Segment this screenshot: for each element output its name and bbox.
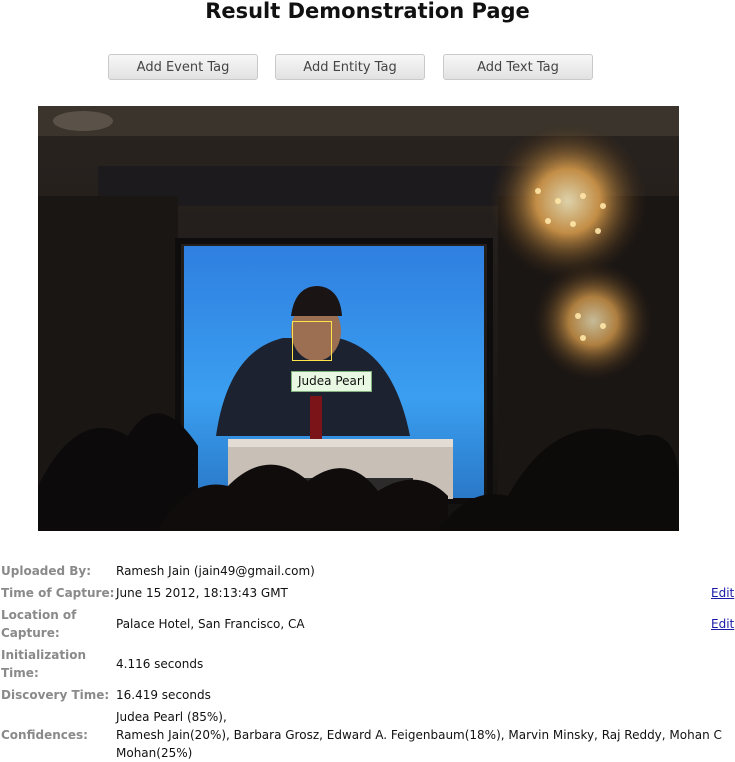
result-photo: Judea Pearl bbox=[38, 106, 679, 531]
location-label-line1: Location of bbox=[1, 608, 77, 622]
uploaded-by-label: Uploaded By: bbox=[1, 564, 92, 578]
add-text-tag-button[interactable]: Add Text Tag bbox=[443, 54, 593, 80]
initialization-label-line2: Time: bbox=[1, 666, 39, 680]
discovery-time-value: 16.419 seconds bbox=[116, 688, 211, 702]
face-tag-label[interactable]: Judea Pearl bbox=[291, 371, 373, 392]
location-label-line2: Capture: bbox=[1, 626, 60, 640]
time-of-capture-label: Time of Capture: bbox=[1, 586, 115, 600]
confidences-line1: Judea Pearl (85%), bbox=[116, 710, 227, 724]
location-value: Palace Hotel, San Francisco, CA bbox=[116, 617, 305, 631]
confidences-label: Confidences: bbox=[1, 728, 88, 742]
add-event-tag-button[interactable]: Add Event Tag bbox=[108, 54, 258, 80]
edit-location-link[interactable]: Edit bbox=[711, 615, 734, 633]
photo-scene bbox=[38, 106, 679, 531]
page-title: Result Demonstration Page bbox=[205, 0, 530, 23]
face-detection-box[interactable] bbox=[292, 321, 332, 361]
add-entity-tag-button[interactable]: Add Entity Tag bbox=[275, 54, 425, 80]
time-of-capture-value: June 15 2012, 18:13:43 GMT bbox=[116, 586, 288, 600]
initialization-label-line1: Initialization bbox=[1, 648, 87, 662]
uploaded-by-value: Ramesh Jain (jain49@gmail.com) bbox=[116, 564, 315, 578]
edit-time-link[interactable]: Edit bbox=[711, 584, 734, 602]
initialization-value: 4.116 seconds bbox=[116, 657, 204, 671]
discovery-time-label: Discovery Time: bbox=[1, 688, 110, 702]
confidences-line3: Mohan(25%) bbox=[116, 746, 193, 760]
confidences-line2: Ramesh Jain(20%), Barbara Grosz, Edward … bbox=[116, 728, 722, 742]
